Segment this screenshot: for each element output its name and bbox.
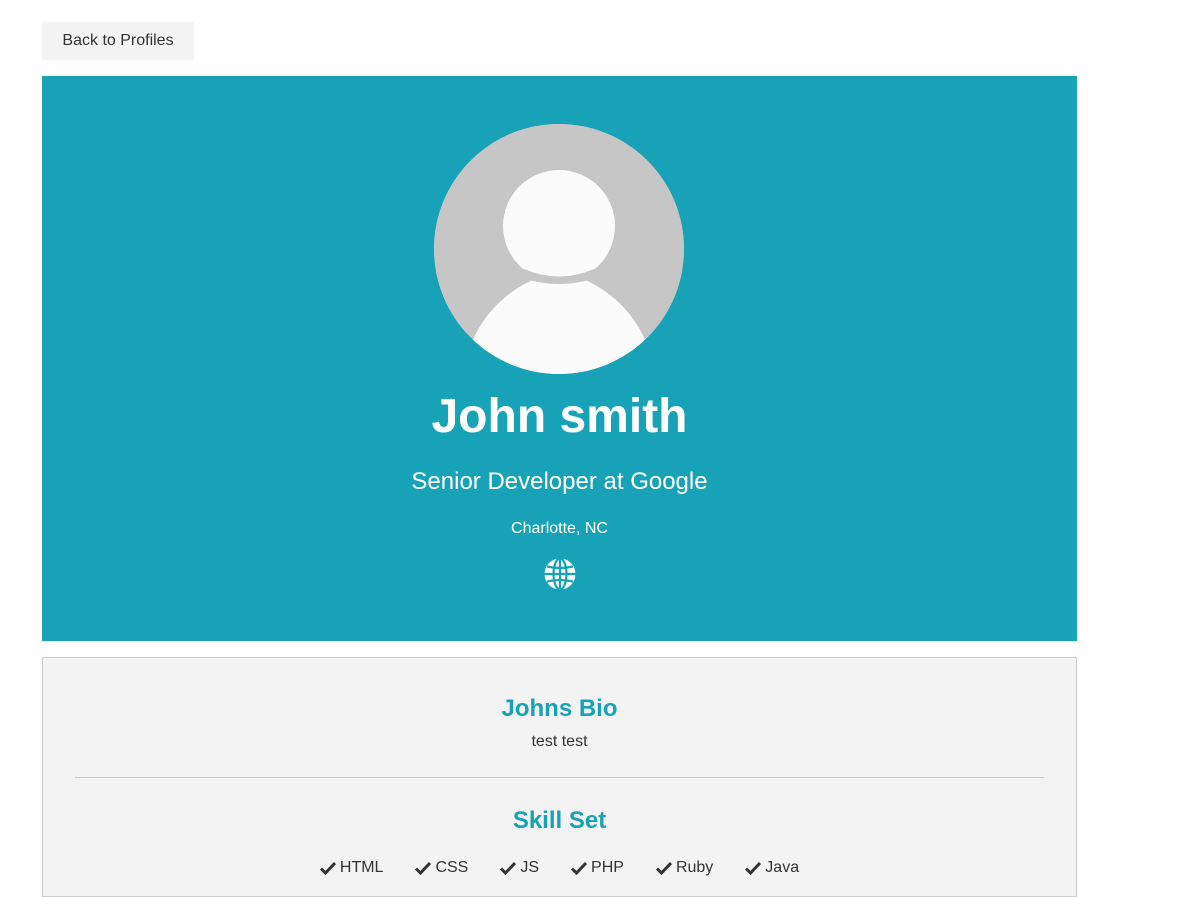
- default-avatar-icon: [434, 124, 684, 374]
- skill-item: Java: [729, 858, 815, 878]
- about-section: Johns Bio test test Skill Set HTML CSS J…: [42, 657, 1077, 897]
- globe-icon[interactable]: [543, 557, 577, 591]
- skill-label: HTML: [339, 859, 384, 876]
- skill-label: Java: [765, 859, 800, 876]
- skill-item: PHP: [555, 858, 640, 878]
- skill-label: Ruby: [675, 859, 714, 876]
- bio-heading: Johns Bio: [501, 695, 618, 722]
- check-icon: [415, 861, 432, 875]
- divider: [75, 777, 1044, 778]
- skill-item: CSS: [399, 858, 484, 878]
- profile-header: John smith Senior Developer at Google Ch…: [42, 76, 1077, 641]
- profile-title: Senior Developer at Google: [411, 468, 708, 495]
- skill-item: JS: [484, 858, 555, 878]
- bio-text: test test: [531, 733, 588, 750]
- skill-item: HTML: [304, 858, 400, 878]
- profile-name: John smith: [431, 390, 688, 443]
- skill-item: Ruby: [640, 858, 729, 878]
- check-icon: [571, 861, 588, 875]
- profile-location: Charlotte, NC: [511, 520, 608, 537]
- avatar: [434, 124, 684, 374]
- skill-label: JS: [520, 859, 540, 876]
- skills-list: HTML CSS JS PHP Ruby Java: [43, 858, 1076, 878]
- check-icon: [500, 861, 517, 875]
- check-icon: [319, 861, 336, 875]
- check-icon: [745, 861, 762, 875]
- skills-heading: Skill Set: [512, 807, 607, 834]
- skill-label: PHP: [591, 859, 624, 876]
- check-icon: [655, 861, 672, 875]
- skill-label: CSS: [435, 859, 469, 876]
- back-to-profiles-button[interactable]: Back to Profiles: [42, 22, 194, 60]
